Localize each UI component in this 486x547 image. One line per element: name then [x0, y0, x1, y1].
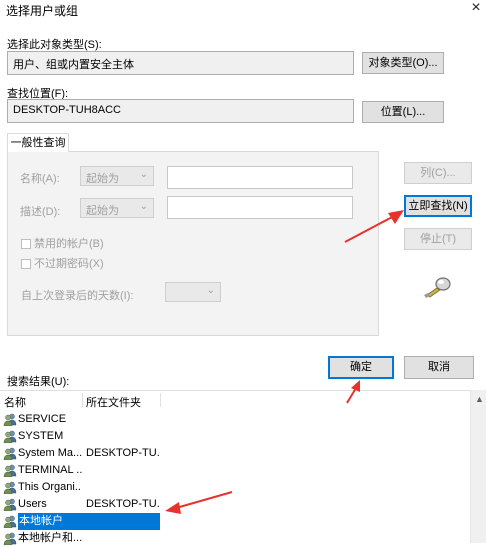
description-mode-select[interactable]: 起始为 ⌄	[80, 198, 154, 218]
user-group-icon	[3, 481, 17, 494]
columns-button[interactable]: 列(C)...	[404, 162, 472, 184]
object-types-button[interactable]: 对象类型(O)...	[362, 52, 444, 74]
list-item-folder: DESKTOP-TU...	[86, 447, 160, 459]
checkbox-box	[21, 239, 31, 250]
name-label: 名称(A):	[20, 173, 60, 185]
ok-button[interactable]: 确定	[328, 356, 394, 379]
list-item[interactable]: TERMINAL ...	[0, 462, 470, 479]
scroll-up-icon[interactable]: ▲	[475, 394, 484, 404]
user-group-icon	[3, 532, 17, 545]
list-item-name: 本地帐户	[18, 513, 160, 530]
object-type-label: 选择此对象类型(S):	[7, 39, 102, 51]
results-scrollbar[interactable]: ▲	[470, 390, 486, 543]
days-since-logon-label: 自上次登录后的天数(I):	[21, 290, 134, 302]
magnifier-search-icon	[424, 277, 451, 298]
list-item-name: 本地帐户和...	[18, 532, 82, 544]
list-item-name: System Ma...	[18, 447, 82, 459]
list-item[interactable]: SYSTEM	[0, 428, 470, 445]
list-item-folder: DESKTOP-TU...	[86, 498, 160, 510]
user-group-icon	[3, 464, 17, 477]
disabled-accounts-checkbox[interactable]: 禁用的帐户(B)	[21, 235, 104, 251]
chevron-down-icon: ⌄	[206, 285, 215, 296]
non-expiring-password-checkbox[interactable]: 不过期密码(X)	[21, 255, 104, 271]
location-field: DESKTOP-TUH8ACC	[7, 99, 354, 123]
search-results-list[interactable]: 名称 所在文件夹 SERVICE SYSTEM System Ma... DESKTO…	[0, 390, 486, 545]
user-group-icon	[3, 413, 17, 426]
close-icon[interactable]: ×	[467, 0, 485, 18]
list-item-name: This Organi...	[18, 481, 82, 493]
list-item-name: Users	[18, 498, 47, 510]
list-item-name: SYSTEM	[18, 430, 64, 442]
disabled-accounts-label: 禁用的帐户(B)	[34, 238, 104, 250]
days-since-logon-select[interactable]: ⌄	[165, 282, 221, 302]
user-group-icon	[3, 515, 17, 528]
list-item[interactable]: 本地帐户	[0, 513, 470, 530]
checkbox-box	[21, 259, 31, 270]
chevron-down-icon: ⌄	[139, 169, 148, 180]
list-item-name: SERVICE	[18, 413, 67, 425]
cancel-button[interactable]: 取消	[404, 356, 474, 379]
stop-button[interactable]: 停止(T)	[404, 228, 472, 250]
description-input[interactable]	[167, 196, 353, 219]
column-divider[interactable]	[82, 393, 83, 407]
search-results-label: 搜索结果(U):	[7, 376, 70, 388]
find-now-button[interactable]: 立即查找(N)	[404, 195, 472, 217]
user-group-icon	[3, 447, 17, 460]
user-group-icon	[3, 498, 17, 511]
description-mode-value: 起始为	[86, 205, 119, 217]
name-input[interactable]	[167, 166, 353, 189]
column-header-folder[interactable]: 所在文件夹	[86, 394, 141, 410]
name-mode-select[interactable]: 起始为 ⌄	[80, 166, 154, 186]
locations-button[interactable]: 位置(L)...	[362, 101, 444, 123]
list-item[interactable]: This Organi...	[0, 479, 470, 496]
name-mode-value: 起始为	[86, 173, 119, 185]
list-item[interactable]: 本地帐户和...	[0, 530, 470, 547]
column-header-name[interactable]: 名称	[4, 394, 26, 410]
chevron-down-icon: ⌄	[139, 201, 148, 212]
tab-common-queries[interactable]: 一般性查询	[7, 133, 69, 152]
list-item[interactable]: SERVICE	[0, 411, 470, 428]
description-label: 描述(D):	[20, 206, 61, 218]
column-divider[interactable]	[160, 393, 161, 407]
window-title: 选择用户或组	[6, 4, 79, 18]
object-type-field: 用户、组或内置安全主体	[7, 51, 354, 75]
user-group-icon	[3, 430, 17, 443]
list-item[interactable]: Users DESKTOP-TU...	[0, 496, 470, 513]
list-item-name: TERMINAL ...	[18, 464, 82, 476]
list-item[interactable]: System Ma... DESKTOP-TU...	[0, 445, 470, 462]
non-expiring-password-label: 不过期密码(X)	[34, 258, 104, 270]
